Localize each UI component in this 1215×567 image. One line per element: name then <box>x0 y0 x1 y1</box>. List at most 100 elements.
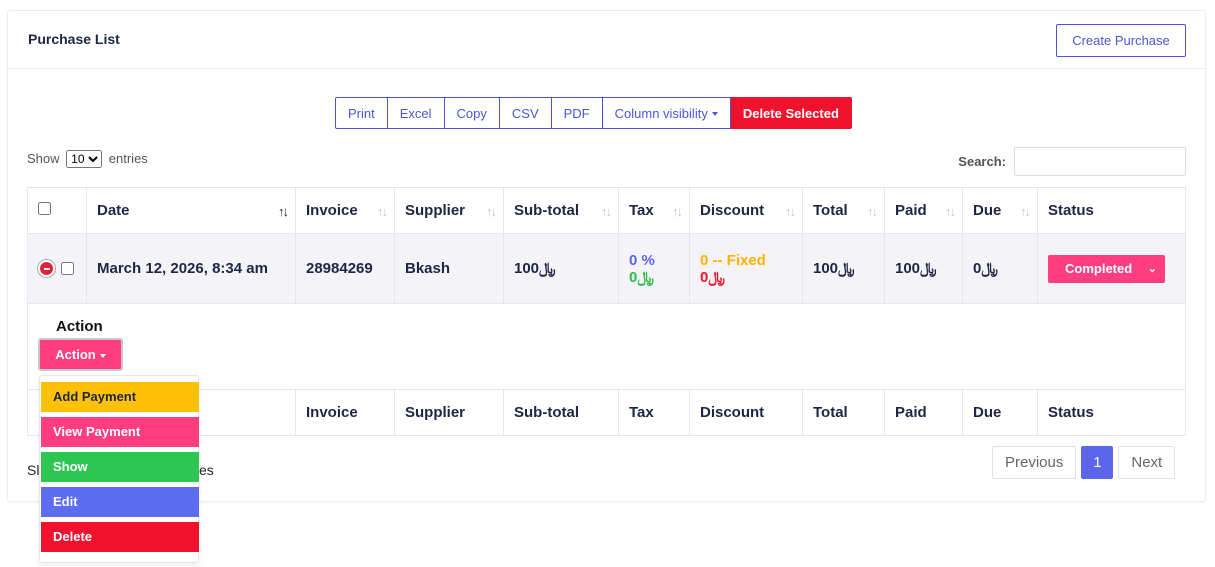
caret-down-icon <box>99 353 106 358</box>
excel-button[interactable]: Excel <box>387 97 445 129</box>
column-visibility-button[interactable]: Column visibility <box>602 97 731 129</box>
page-title: Purchase List <box>28 31 120 47</box>
action-dropdown-button[interactable]: Action <box>38 338 123 371</box>
pagination: Previous 1 Next <box>992 446 1176 479</box>
footer-supplier: Supplier <box>394 389 504 436</box>
sort-icon: ↑↓ <box>486 204 497 219</box>
previous-button[interactable]: Previous <box>992 446 1077 479</box>
view-payment-item[interactable]: View Payment <box>41 417 199 447</box>
table-info-left: Sl <box>27 462 40 478</box>
csv-button[interactable]: CSV <box>499 97 552 129</box>
column-header-total[interactable]: Total ↑↓ <box>802 187 885 234</box>
tax-rate: 0 % <box>629 251 655 269</box>
column-header-supplier[interactable]: Supplier ↑↓ <box>394 187 504 234</box>
sort-desc-icon: ↑↓ <box>278 204 289 219</box>
child-row <box>27 303 1186 390</box>
show-item[interactable]: Show <box>41 452 199 482</box>
sort-icon: ↑↓ <box>1020 204 1031 219</box>
discount-cell: 0 -- Fixed 0﷼ <box>689 233 803 304</box>
row-select-cell <box>27 233 87 304</box>
table-footer-row: Invoice Supplier Sub-total Tax Discount … <box>27 389 1186 436</box>
purchase-table: Date ↑↓ Invoice ↑↓ Supplier ↑↓ Sub-total ↑↓ … <box>27 187 1186 436</box>
delete-item[interactable]: Delete <box>41 522 199 552</box>
footer-subtotal: Sub-total <box>503 389 619 436</box>
chevron-down-icon: ⌄ <box>1147 263 1157 275</box>
table-info-right: es <box>199 462 214 478</box>
status-dropdown[interactable]: Completed ⌄ <box>1048 254 1165 283</box>
search-label: Search: <box>958 154 1006 169</box>
create-purchase-button[interactable]: Create Purchase <box>1056 24 1186 57</box>
search-input[interactable] <box>1014 147 1186 176</box>
status-label: Completed <box>1065 261 1133 276</box>
column-label: Status <box>1048 202 1094 219</box>
sort-icon: ↑↓ <box>785 204 796 219</box>
action-heading: Action <box>56 318 103 335</box>
tax-cell: 0 % 0﷼ <box>618 233 690 304</box>
child-row-cell <box>27 303 1186 390</box>
due-cell: 0﷼ <box>962 233 1038 304</box>
table-row: March 12, 2026, 8:34 am 28984269 Bkash 1… <box>27 233 1186 304</box>
column-visibility-label: Column visibility <box>614 105 708 121</box>
supplier-cell: Bkash <box>394 233 504 304</box>
paid-cell: 100﷼ <box>884 233 963 304</box>
export-toolbar: Print Excel Copy CSV PDF Column visibili… <box>335 97 852 129</box>
discount-type: 0 -- Fixed <box>700 251 766 269</box>
column-label: Paid <box>895 202 927 219</box>
print-button[interactable]: Print <box>335 97 388 129</box>
column-label: Date <box>97 202 130 219</box>
footer-paid: Paid <box>884 389 963 436</box>
card-header: Purchase List Create Purchase <box>8 11 1205 69</box>
select-all-checkbox[interactable] <box>38 202 51 215</box>
delete-selected-button[interactable]: Delete Selected <box>730 97 852 129</box>
select-all-header <box>27 187 87 234</box>
footer-tax: Tax <box>618 389 690 436</box>
discount-amount: 0﷼ <box>700 268 725 286</box>
sort-icon: ↑↓ <box>672 204 683 219</box>
pdf-button[interactable]: PDF <box>551 97 603 129</box>
sort-icon: ↑↓ <box>867 204 878 219</box>
column-header-tax[interactable]: Tax ↑↓ <box>618 187 690 234</box>
column-header-subtotal[interactable]: Sub-total ↑↓ <box>503 187 619 234</box>
date-cell: March 12, 2026, 8:34 am <box>86 233 296 304</box>
search-box: Search: <box>958 147 1186 176</box>
invoice-cell: 28984269 <box>295 233 395 304</box>
action-menu: Add Payment View Payment Show Edit Delet… <box>39 375 199 563</box>
copy-button[interactable]: Copy <box>444 97 500 129</box>
column-header-due[interactable]: Due ↑↓ <box>962 187 1038 234</box>
table-header-row: Date ↑↓ Invoice ↑↓ Supplier ↑↓ Sub-total ↑↓ … <box>27 187 1186 234</box>
entries-select[interactable]: 10 <box>66 150 103 168</box>
add-payment-item[interactable]: Add Payment <box>41 382 199 412</box>
column-header-discount[interactable]: Discount ↑↓ <box>689 187 803 234</box>
subtotal-cell: 100﷼ <box>503 233 619 304</box>
column-header-invoice[interactable]: Invoice ↑↓ <box>295 187 395 234</box>
column-header-paid[interactable]: Paid ↑↓ <box>884 187 963 234</box>
caret-down-icon <box>711 112 718 117</box>
column-label: Total <box>813 202 848 219</box>
page-1-button[interactable]: 1 <box>1081 446 1114 479</box>
entries-label: entries <box>108 151 148 166</box>
sort-icon: ↑↓ <box>945 204 956 219</box>
column-label: Sub-total <box>514 202 579 219</box>
total-cell: 100﷼ <box>802 233 885 304</box>
edit-item[interactable]: Edit <box>41 487 199 517</box>
column-label: Due <box>973 202 1002 219</box>
footer-due: Due <box>962 389 1038 436</box>
column-label: Supplier <box>405 202 466 219</box>
column-header-date[interactable]: Date ↑↓ <box>86 187 296 234</box>
status-cell: Completed ⌄ <box>1037 233 1186 304</box>
footer-total: Total <box>802 389 885 436</box>
action-button-label: Action <box>55 347 96 362</box>
next-button[interactable]: Next <box>1118 446 1176 479</box>
sort-icon: ↑↓ <box>601 204 612 219</box>
collapse-icon[interactable] <box>38 260 55 278</box>
footer-invoice: Invoice <box>295 389 395 436</box>
column-header-status[interactable]: Status <box>1037 187 1186 234</box>
tax-amount: 0﷼ <box>629 268 654 286</box>
footer-status: Status <box>1037 389 1186 436</box>
column-label: Invoice <box>306 202 358 219</box>
column-label: Discount <box>700 202 765 219</box>
column-label: Tax <box>629 202 654 219</box>
show-label: Show <box>27 151 60 166</box>
row-checkbox[interactable] <box>61 262 74 276</box>
footer-discount: Discount <box>689 389 803 436</box>
